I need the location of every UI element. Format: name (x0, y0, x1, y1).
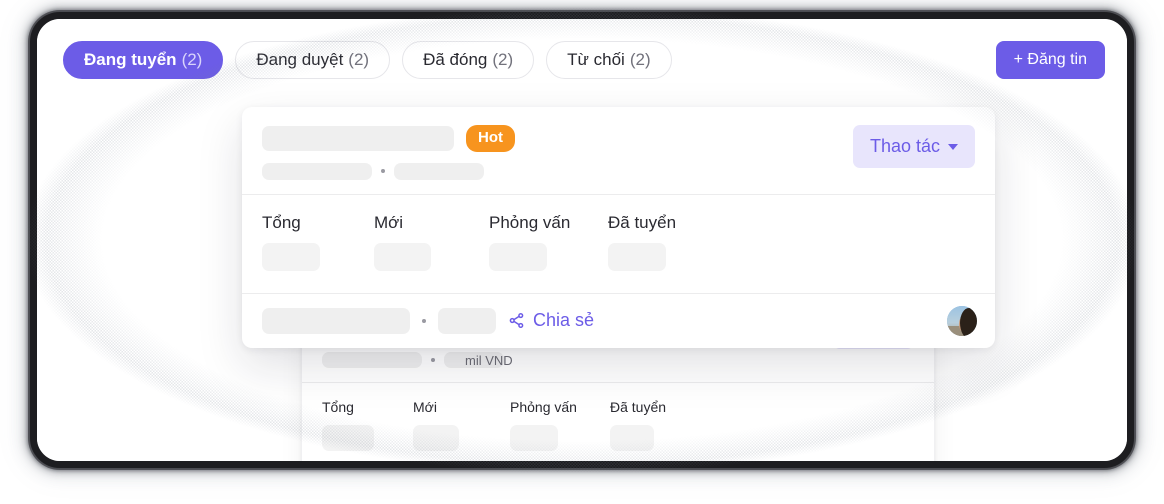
stat-tong: Tổng (262, 213, 374, 271)
job-title-placeholder (262, 125, 454, 151)
job-salary-text: mil VND (465, 352, 513, 368)
device-frame: Đang tuyển (2) Đang duyệt (2) Đã đóng (2… (30, 12, 1134, 468)
job-action-label: Thao tác (869, 136, 940, 156)
tab-label: Đang tuyển (84, 50, 177, 69)
stat-da-tuyen: Đã tuyển (608, 213, 676, 271)
app-root: Đang tuyển (2) Đang duyệt (2) Đã đóng (2… (0, 0, 1164, 504)
stat-label: Mới (374, 212, 404, 232)
stat-moi: Mới (374, 213, 489, 271)
stat-value-placeholder (413, 425, 459, 451)
job-stats-row: Tổng Mới Phỏng vấn Đã tuyển (242, 195, 995, 294)
stat-label: Tổng (262, 212, 301, 232)
hot-badge: Hot (466, 125, 515, 152)
job-location-placeholder (262, 162, 372, 180)
stat-value-placeholder (322, 425, 374, 451)
share-label: Chia sẻ (533, 310, 595, 331)
stat-label: Đã tuyển (610, 399, 667, 415)
stat-value-placeholder (608, 242, 666, 271)
job-location-placeholder (322, 352, 422, 368)
tab-count: (2) (629, 50, 651, 69)
tab-count: (2) (181, 50, 203, 69)
stat-value-placeholder (374, 242, 431, 271)
stat-label: Phỏng vấn (489, 212, 571, 232)
stat-label: Đã tuyển (608, 212, 677, 232)
status-tab-bar: Đang tuyển (2) Đang duyệt (2) Đã đóng (2… (63, 39, 1105, 81)
stat-value-placeholder (510, 425, 558, 451)
tab-tu-choi[interactable]: Từ chối (2) (546, 41, 672, 79)
tab-label: Từ chối (567, 50, 625, 69)
footer-views-placeholder (438, 307, 496, 334)
stat-da-tuyen: Đã tuyển (610, 399, 666, 451)
stat-value-placeholder (489, 242, 547, 271)
stat-phong-van: Phỏng vấn (510, 399, 610, 451)
footer-separator-dot (422, 318, 426, 323)
job-stats-row: Tổng Mới Phỏng vấn Đã tuyển (302, 383, 934, 461)
stat-label: Tổng (322, 399, 354, 415)
avatar-image-hair (960, 307, 977, 336)
job-salary-placeholder (394, 162, 484, 180)
meta-separator-dot (431, 358, 435, 362)
job-card-header: Hot Thao tác (242, 107, 995, 195)
job-card-footer: Chia sẻ (242, 294, 995, 348)
tab-da-dong[interactable]: Đã đóng (2) (402, 41, 535, 79)
stat-moi: Mới (413, 399, 510, 451)
stat-value-placeholder (262, 242, 320, 271)
stat-value-placeholder (610, 425, 654, 451)
user-avatar[interactable] (947, 305, 977, 336)
share-icon (509, 313, 524, 329)
chevron-down-icon (948, 143, 958, 150)
app-screen: Đang tuyển (2) Đang duyệt (2) Đã đóng (2… (37, 19, 1127, 461)
stat-tong: Tổng (322, 399, 413, 451)
footer-date-placeholder (262, 307, 410, 334)
tab-label: Đang duyệt (256, 50, 344, 69)
meta-separator-dot (381, 169, 385, 174)
tab-dang-duyet[interactable]: Đang duyệt (2) (235, 41, 391, 79)
share-button[interactable]: Chia sẻ (508, 310, 594, 331)
post-job-button[interactable]: + Đăng tin (995, 41, 1105, 79)
stat-label: Phỏng vấn (510, 399, 577, 415)
tab-label: Đã đóng (423, 50, 488, 69)
job-meta-row: mil VND (322, 352, 914, 368)
job-card-overlay[interactable]: Hot Thao tác Tổng Mới Phỏng vấn Đã tuyển… (242, 107, 995, 348)
tab-count: (2) (348, 50, 370, 69)
stat-phong-van: Phỏng vấn (489, 213, 608, 271)
tab-count: (2) (492, 50, 514, 69)
tab-dang-tuyen[interactable]: Đang tuyển (2) (63, 41, 224, 79)
stat-label: Mới (413, 399, 437, 415)
job-action-button[interactable]: Thao tác (852, 125, 975, 168)
